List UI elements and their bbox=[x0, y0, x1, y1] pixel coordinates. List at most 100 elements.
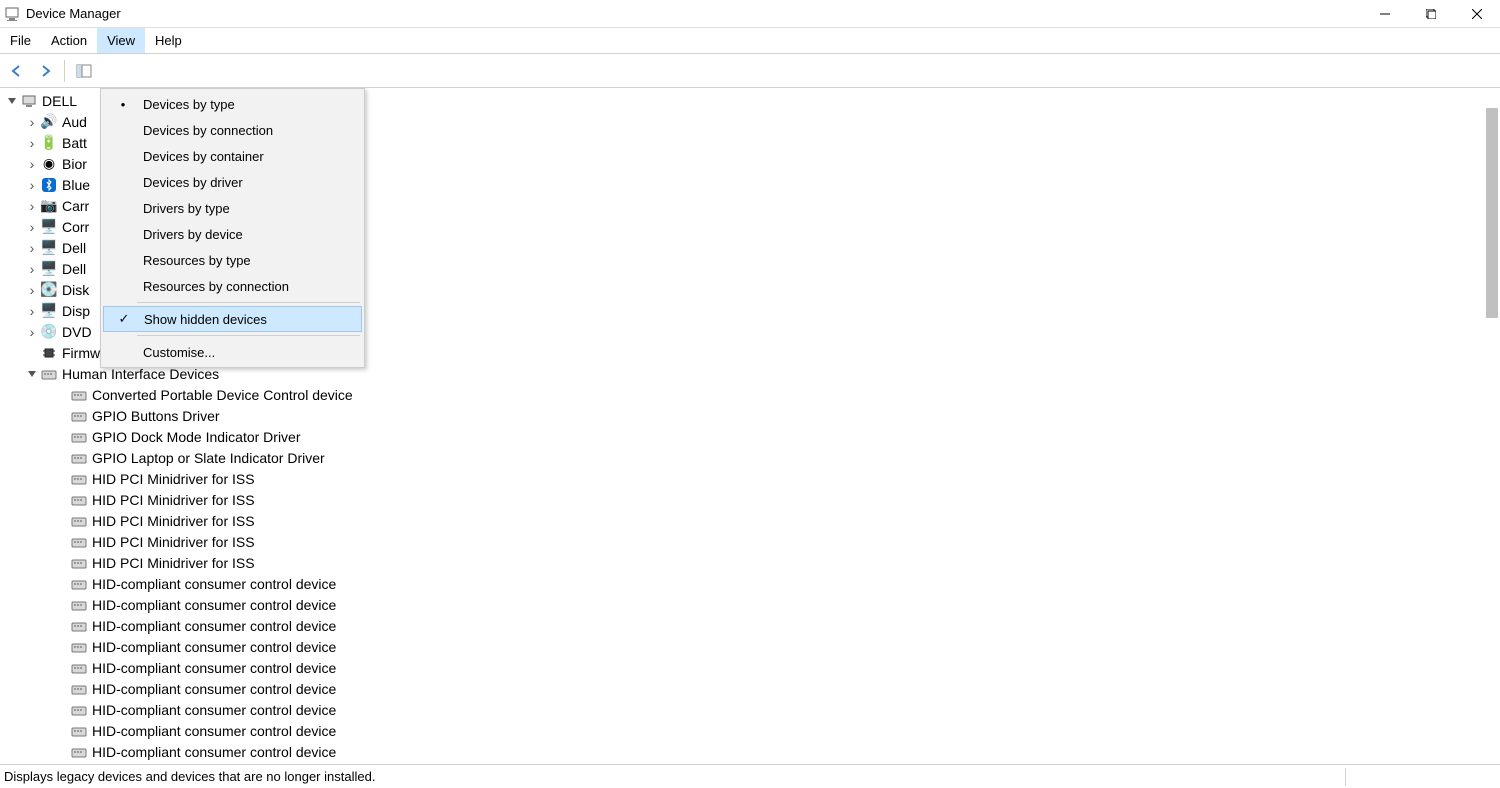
device-label: GPIO Buttons Driver bbox=[92, 408, 220, 424]
device-label: HID-compliant consumer control device bbox=[92, 576, 336, 592]
display-icon: 🖥️ bbox=[40, 302, 58, 320]
hid-device-icon bbox=[70, 596, 88, 614]
chevron-right-icon[interactable]: › bbox=[24, 198, 40, 214]
device-label: HID PCI Minidriver for ISS bbox=[92, 471, 255, 487]
chevron-right-icon[interactable]: › bbox=[24, 177, 40, 193]
bullet-mark-icon: • bbox=[115, 97, 131, 112]
chevron-right-icon[interactable]: › bbox=[24, 135, 40, 151]
menu-drivers-by-device[interactable]: Drivers by device bbox=[103, 221, 362, 247]
close-button[interactable] bbox=[1454, 0, 1500, 28]
hid-device-icon bbox=[70, 512, 88, 530]
hid-device-icon bbox=[70, 743, 88, 761]
hid-device-icon bbox=[70, 449, 88, 467]
tree-device-item[interactable]: GPIO Buttons Driver bbox=[0, 405, 1500, 426]
menu-view[interactable]: View bbox=[97, 28, 145, 53]
chevron-right-icon[interactable]: › bbox=[24, 303, 40, 319]
chevron-right-icon[interactable]: › bbox=[24, 282, 40, 298]
tree-device-item[interactable]: HID PCI Minidriver for ISS bbox=[0, 531, 1500, 552]
chevron-right-icon[interactable]: › bbox=[24, 324, 40, 340]
menu-devices-by-type[interactable]: •Devices by type bbox=[103, 91, 362, 117]
chevron-right-icon[interactable]: › bbox=[24, 261, 40, 277]
device-label: HID-compliant consumer control device bbox=[92, 597, 336, 613]
hid-device-icon bbox=[70, 701, 88, 719]
menu-devices-by-driver[interactable]: Devices by driver bbox=[103, 169, 362, 195]
titlebar: Device Manager bbox=[0, 0, 1500, 28]
device-label: HID-compliant consumer control device bbox=[92, 660, 336, 676]
vertical-scrollbar[interactable] bbox=[1484, 88, 1500, 764]
hid-device-icon bbox=[70, 638, 88, 656]
computer-icon bbox=[20, 92, 38, 110]
menu-resources-by-connection[interactable]: Resources by connection bbox=[103, 273, 362, 299]
menu-separator bbox=[137, 335, 360, 336]
tree-device-item[interactable]: Converted Portable Device Control device bbox=[0, 384, 1500, 405]
chevron-right-icon[interactable]: › bbox=[24, 240, 40, 256]
chip-icon bbox=[40, 344, 58, 362]
scrollbar-thumb[interactable] bbox=[1486, 108, 1498, 318]
hid-device-icon bbox=[70, 407, 88, 425]
hid-device-icon bbox=[70, 470, 88, 488]
menu-resources-by-type[interactable]: Resources by type bbox=[103, 247, 362, 273]
chevron-right-icon[interactable]: › bbox=[24, 219, 40, 235]
tree-device-item[interactable]: HID-compliant consumer control device bbox=[0, 615, 1500, 636]
fingerprint-icon: ◉ bbox=[40, 155, 58, 173]
menu-show-hidden-devices[interactable]: ✓Show hidden devices bbox=[103, 306, 362, 332]
hid-device-icon bbox=[70, 659, 88, 677]
tree-device-item[interactable]: HID-compliant consumer control device bbox=[0, 678, 1500, 699]
tree-device-item[interactable]: HID-compliant consumer control device bbox=[0, 741, 1500, 762]
tree-device-item[interactable]: HID-compliant consumer control device bbox=[0, 573, 1500, 594]
tree-device-item[interactable]: HID PCI Minidriver for ISS bbox=[0, 510, 1500, 531]
chevron-right-icon[interactable]: › bbox=[24, 156, 40, 172]
hid-device-icon bbox=[70, 428, 88, 446]
tree-device-item[interactable]: HID-compliant consumer control device bbox=[0, 594, 1500, 615]
tree-device-item[interactable]: HID PCI Minidriver for ISS bbox=[0, 468, 1500, 489]
hid-device-icon bbox=[70, 722, 88, 740]
speaker-icon: 🔊 bbox=[40, 113, 58, 131]
chevron-right-icon[interactable]: › bbox=[24, 114, 40, 130]
toolbar-separator bbox=[64, 60, 65, 82]
window-controls bbox=[1362, 0, 1500, 28]
device-label: HID-compliant consumer control device bbox=[92, 639, 336, 655]
statusbar-separator bbox=[1345, 768, 1346, 786]
tree-device-item[interactable]: HID PCI Minidriver for ISS bbox=[0, 552, 1500, 573]
menu-action[interactable]: Action bbox=[41, 28, 97, 53]
expand-icon[interactable] bbox=[4, 93, 20, 109]
menu-devices-by-container[interactable]: Devices by container bbox=[103, 143, 362, 169]
monitor-icon: 🖥️ bbox=[40, 239, 58, 257]
device-label: HID-compliant consumer control device bbox=[92, 744, 336, 760]
menu-help[interactable]: Help bbox=[145, 28, 192, 53]
tree-device-item[interactable]: HID-compliant consumer control device bbox=[0, 636, 1500, 657]
view-dropdown-menu: •Devices by type Devices by connection D… bbox=[100, 88, 365, 368]
tree-device-item[interactable]: HID-compliant consumer control device bbox=[0, 699, 1500, 720]
hid-device-icon bbox=[70, 617, 88, 635]
hid-device-icon bbox=[70, 680, 88, 698]
maximize-button[interactable] bbox=[1408, 0, 1454, 28]
tree-device-item[interactable]: HID-compliant consumer control device bbox=[0, 720, 1500, 741]
dvd-icon: 💿 bbox=[40, 323, 58, 341]
tree-device-item[interactable]: HID PCI Minidriver for ISS bbox=[0, 489, 1500, 510]
status-text: Displays legacy devices and devices that… bbox=[4, 769, 375, 784]
hid-device-icon bbox=[70, 533, 88, 551]
forward-button[interactable] bbox=[32, 58, 58, 84]
toolbar bbox=[0, 54, 1500, 88]
device-label: HID-compliant consumer control device bbox=[92, 702, 336, 718]
menu-drivers-by-type[interactable]: Drivers by type bbox=[103, 195, 362, 221]
menu-customise[interactable]: Customise... bbox=[103, 339, 362, 365]
chevron-down-icon[interactable] bbox=[24, 366, 40, 382]
minimize-button[interactable] bbox=[1362, 0, 1408, 28]
device-label: HID PCI Minidriver for ISS bbox=[92, 513, 255, 529]
show-hide-console-tree-button[interactable] bbox=[71, 58, 97, 84]
battery-icon: 🔋 bbox=[40, 134, 58, 152]
camera-icon: 📷 bbox=[40, 197, 58, 215]
device-label: HID PCI Minidriver for ISS bbox=[92, 555, 255, 571]
hid-device-icon bbox=[70, 575, 88, 593]
tree-device-item[interactable]: GPIO Dock Mode Indicator Driver bbox=[0, 426, 1500, 447]
back-button[interactable] bbox=[4, 58, 30, 84]
root-label: DELL bbox=[42, 93, 77, 109]
monitor-icon: 🖥️ bbox=[40, 260, 58, 278]
menu-file[interactable]: File bbox=[0, 28, 41, 53]
device-label: HID-compliant consumer control device bbox=[92, 681, 336, 697]
tree-device-item[interactable]: HID-compliant consumer control device bbox=[0, 657, 1500, 678]
tree-device-item[interactable]: GPIO Laptop or Slate Indicator Driver bbox=[0, 447, 1500, 468]
menu-devices-by-connection[interactable]: Devices by connection bbox=[103, 117, 362, 143]
device-label: Converted Portable Device Control device bbox=[92, 387, 353, 403]
